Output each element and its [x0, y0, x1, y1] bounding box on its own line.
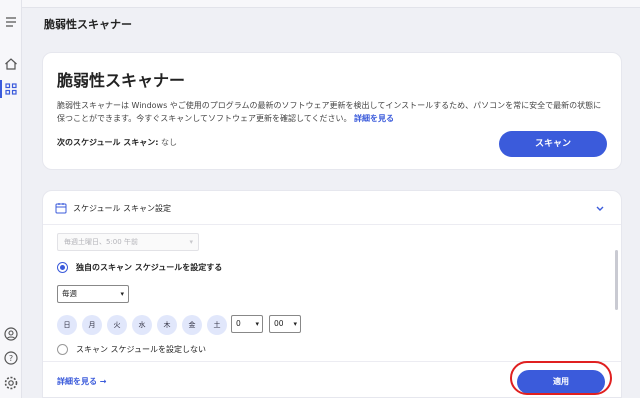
menu-icon[interactable] — [3, 14, 19, 30]
scanner-description: 脆弱性スキャナーは Windows やご使用のプログラムの最新のソフトウェア更新… — [57, 99, 609, 125]
svg-text:?: ? — [9, 354, 13, 363]
frequency-value: 毎週 — [62, 289, 77, 298]
next-scan-label: 次のスケジュール スキャン: — [57, 138, 159, 147]
description-text: 脆弱性スキャナーは Windows やご使用のプログラムの最新のソフトウェア更新… — [57, 101, 602, 123]
scrollbar[interactable] — [615, 250, 618, 310]
day-sun[interactable]: 日 — [57, 315, 77, 335]
schedule-title: スケジュール スキャン設定 — [73, 204, 171, 213]
preset-schedule-value: 毎週土曜日、5:00 午前 — [64, 238, 138, 246]
day-sat[interactable]: 土 — [207, 315, 227, 335]
scan-button[interactable]: スキャン — [499, 131, 607, 157]
active-indicator — [0, 80, 2, 98]
schedule-learn-more-link[interactable]: 詳細を見る → — [57, 376, 107, 387]
next-scan-info: 次のスケジュール スキャン: なし — [57, 137, 177, 148]
help-icon[interactable]: ? — [3, 350, 19, 366]
schedule-header[interactable]: スケジュール スキャン設定 — [43, 191, 621, 225]
next-scan-value: なし — [160, 138, 177, 147]
custom-schedule-option[interactable]: 独自のスキャン スケジュールを設定する — [57, 262, 222, 273]
dropdown-arrow-icon: ▾ — [120, 290, 124, 298]
minute-value: 00 — [274, 319, 284, 328]
no-schedule-label: スキャン スケジュールを設定しない — [76, 345, 206, 354]
day-mon[interactable]: 月 — [82, 315, 102, 335]
radio-unselected[interactable] — [57, 344, 68, 355]
top-bar — [22, 0, 640, 8]
preset-schedule-select: 毎週土曜日、5:00 午前 ▾ — [57, 233, 199, 251]
frequency-select[interactable]: 毎週 ▾ — [57, 285, 129, 303]
hour-value: 0 — [236, 319, 241, 328]
scanner-card: 脆弱性スキャナー 脆弱性スキャナーは Windows やご使用のプログラムの最新… — [42, 52, 622, 170]
left-rail: ? — [0, 0, 22, 398]
dropdown-arrow-icon: ▾ — [255, 320, 259, 328]
dropdown-arrow-icon: ▾ — [189, 238, 193, 246]
hour-select[interactable]: 0 ▾ — [231, 315, 263, 333]
home-icon[interactable] — [3, 56, 19, 72]
scanner-title: 脆弱性スキャナー — [57, 71, 186, 90]
apps-icon[interactable] — [3, 81, 19, 97]
chevron-down-icon[interactable] — [595, 203, 605, 213]
no-schedule-option[interactable]: スキャン スケジュールを設定しない — [57, 344, 206, 355]
day-fri[interactable]: 金 — [182, 315, 202, 335]
dropdown-arrow-icon: ▾ — [293, 320, 297, 328]
page-title: 脆弱性スキャナー — [44, 18, 132, 31]
highlight-annotation — [510, 361, 612, 395]
settings-icon[interactable] — [3, 375, 19, 391]
radio-selected[interactable] — [57, 262, 68, 273]
day-wed[interactable]: 水 — [132, 315, 152, 335]
account-icon[interactable] — [3, 326, 19, 342]
learn-more-link[interactable]: 詳細を見る — [354, 114, 394, 123]
day-thu[interactable]: 木 — [157, 315, 177, 335]
custom-schedule-label: 独自のスキャン スケジュールを設定する — [76, 263, 223, 272]
day-tue[interactable]: 火 — [107, 315, 127, 335]
minute-select[interactable]: 00 ▾ — [269, 315, 301, 333]
calendar-icon — [55, 203, 67, 214]
